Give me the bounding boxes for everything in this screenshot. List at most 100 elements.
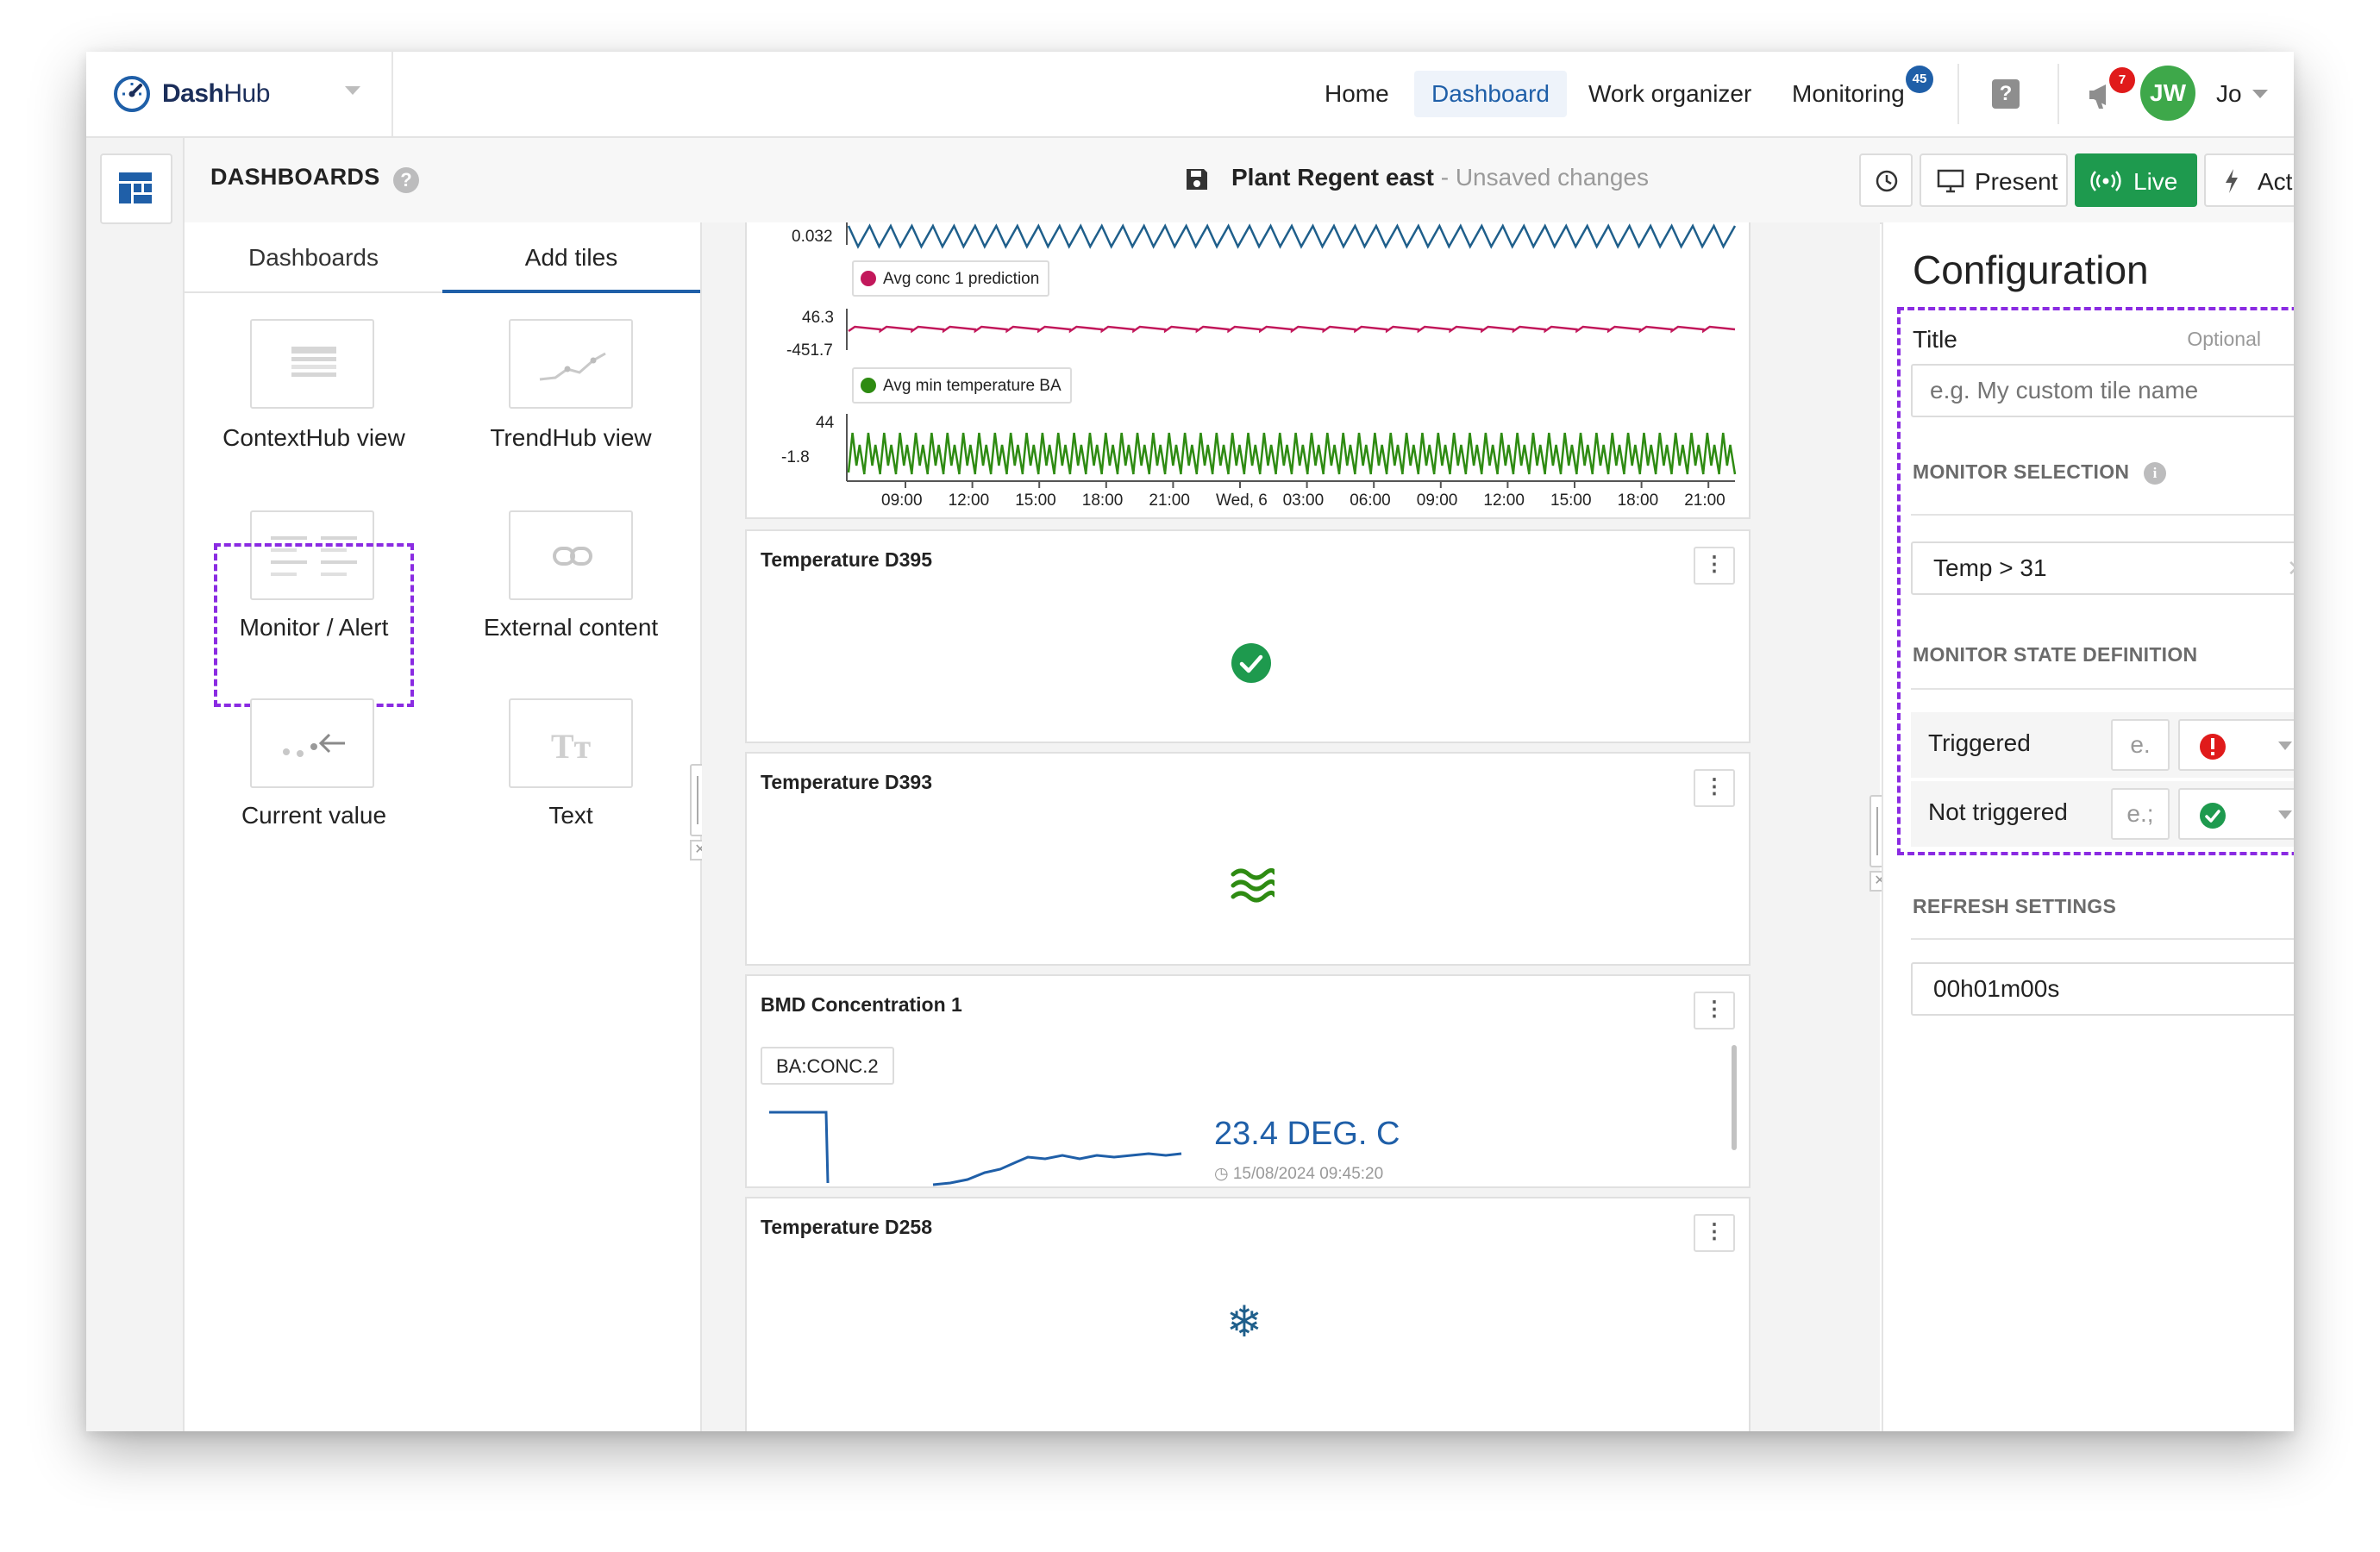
clock-icon: ◷ (1214, 1165, 1233, 1183)
divider (2057, 64, 2059, 124)
live-button[interactable]: Live (2075, 153, 2197, 207)
series-legend-tag[interactable]: Avg min temperature BA (852, 367, 1072, 404)
refresh-interval-input[interactable]: 00h01m00s (1911, 962, 2294, 1016)
divider (1957, 64, 1959, 124)
text-tile-card[interactable]: Tт (509, 698, 633, 788)
axis-label: 46.3 (802, 309, 834, 327)
tile-title: Temperature D395 (761, 548, 932, 571)
divider (1911, 938, 2294, 940)
configuration-panel: Configuration Title Optional MONITOR SEL… (1882, 222, 2294, 1431)
help-icon[interactable]: ? (1992, 79, 2020, 109)
highlight-monitor-alert (214, 543, 414, 707)
app-name: DashHub (162, 79, 270, 108)
current-value-tile: BMD Concentration 1 ⋮ BA:CONC.2 23.4 DEG… (745, 974, 1751, 1188)
text-format-icon: Tт (550, 727, 592, 766)
series-line (848, 325, 1736, 334)
time-tick-label: 12:00 (1483, 491, 1525, 510)
divider (391, 52, 393, 136)
app-logo[interactable]: DashHub (112, 74, 270, 114)
tile-label: TrendHub view (490, 424, 652, 451)
axis-label: 0.032 (792, 228, 833, 246)
series-line (847, 432, 1737, 475)
tab-dashboards[interactable]: Dashboards (185, 222, 442, 293)
contexthub-view-tile-card[interactable] (250, 319, 374, 409)
trend-chart-tile: 0.032 Avg conc 1 prediction 46.3 -451.7 … (745, 222, 1751, 519)
save-disk-icon[interactable] (1185, 167, 1209, 191)
monitor-tile: Temperature D395 ⋮ (745, 529, 1751, 743)
time-tick-label: 09:00 (1416, 491, 1458, 510)
time-tick-label: 09:00 (881, 491, 923, 510)
monitor-icon (1937, 169, 1964, 193)
timestamp-text: 15/08/2024 09:45:20 (1232, 1165, 1384, 1183)
live-label: Live (2133, 168, 2178, 195)
time-tick-label: 15:00 (1015, 491, 1056, 510)
actions-button[interactable]: Actions (2204, 153, 2294, 207)
dashboards-section-title: DASHBOARDS (210, 164, 380, 190)
sparkline (769, 1111, 1182, 1186)
scrollbar[interactable] (1732, 1045, 1737, 1150)
tile-title: BMD Concentration 1 (761, 993, 962, 1016)
add-tiles-panel: Dashboards Add tiles ContextHub view Tre… (185, 222, 702, 1431)
time-tick-label: 06:00 (1350, 491, 1391, 510)
nav-dashboard[interactable]: Dashboard (1414, 71, 1567, 117)
gauge-logo-icon (114, 76, 150, 112)
user-avatar[interactable]: JW (2140, 66, 2195, 121)
time-tick-label: 21:00 (1149, 491, 1190, 510)
nav-home[interactable]: Home (1307, 71, 1406, 117)
tile-label: ContextHub view (222, 424, 405, 451)
nav-monitoring[interactable]: Monitoring (1775, 71, 1922, 117)
present-label: Present (1975, 168, 2058, 195)
external-content-tile-card[interactable] (509, 510, 633, 600)
tile-menu-kebab-icon[interactable]: ⋮ (1694, 769, 1735, 807)
current-value-tile-card[interactable] (250, 698, 374, 788)
refresh-settings-label: REFRESH SETTINGS (1913, 895, 2117, 917)
user-name[interactable]: Jo (2216, 71, 2242, 117)
alerts-count-badge: 7 (2109, 67, 2135, 93)
dashboard-grid-icon (119, 172, 152, 203)
tile-label: External content (483, 614, 659, 641)
present-button[interactable]: Present (1920, 153, 2068, 207)
trend-line-icon (539, 352, 606, 381)
snowflake-icon: ❄ (1226, 1297, 1262, 1347)
tile-menu-kebab-icon[interactable]: ⋮ (1694, 547, 1735, 585)
trendhub-view-tile-card[interactable] (509, 319, 633, 409)
check-circle-icon (1231, 643, 1271, 683)
tag-chip: BA:CONC.2 (761, 1047, 894, 1085)
current-value: 23.4 DEG. C (1214, 1116, 1400, 1152)
time-tick-label: 12:00 (948, 491, 990, 510)
nav-work-organizer[interactable]: Work organizer (1571, 71, 1769, 117)
app-switch-caret-icon[interactable] (345, 86, 360, 95)
dashboard-name-area: Plant Regent east - Unsaved changes (1231, 164, 1649, 191)
tile-label: Current value (241, 802, 387, 829)
monitoring-count-badge: 45 (1906, 66, 1933, 93)
tile-menu-kebab-icon[interactable]: ⋮ (1694, 992, 1735, 1029)
monitor-tile: Temperature D258 ⋮ ❄ (745, 1197, 1751, 1431)
tile-label: Text (548, 802, 593, 829)
tile-title: Temperature D258 (761, 1216, 932, 1238)
history-button[interactable] (1859, 153, 1913, 207)
tab-add-tiles[interactable]: Add tiles (442, 222, 700, 293)
time-tick-label: 18:00 (1617, 491, 1659, 510)
series-legend-tag[interactable]: Avg conc 1 prediction (852, 260, 1050, 297)
side-rail (86, 138, 185, 1431)
tile-menu-kebab-icon[interactable]: ⋮ (1694, 1214, 1735, 1252)
highlight-configuration (1897, 307, 2294, 855)
series-name: Avg min temperature BA (883, 377, 1062, 395)
series-color-dot (861, 378, 876, 393)
lightning-icon (2226, 169, 2238, 193)
time-tick-label: 18:00 (1081, 491, 1124, 510)
app-window: DashHub Home Dashboard Work organizer Mo… (86, 52, 2294, 1431)
user-menu-chevron-icon[interactable] (2252, 90, 2268, 98)
current-value-icon (283, 733, 345, 757)
series-line (847, 223, 1737, 249)
time-tick-label: 15:00 (1550, 491, 1592, 510)
series-name: Avg conc 1 prediction (883, 270, 1040, 288)
dashboard-name: Plant Regent east (1231, 164, 1434, 191)
axis-label: -1.8 (781, 448, 810, 466)
actions-label: Actions (2258, 168, 2294, 195)
table-view-icon (291, 347, 336, 377)
unsaved-changes-label: - Unsaved changes (1440, 164, 1649, 191)
time-tick-label: Wed, 6 (1216, 491, 1268, 510)
help-circle-icon[interactable]: ? (393, 167, 419, 193)
dashboards-rail-button[interactable] (100, 153, 172, 224)
